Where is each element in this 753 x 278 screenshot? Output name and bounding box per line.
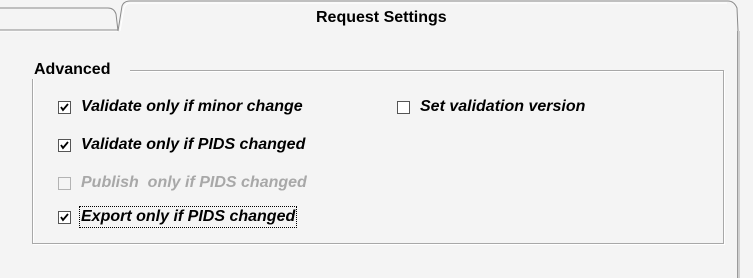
advanced-group-legend: Advanced [32,61,131,79]
checkbox-box[interactable] [397,100,410,114]
checkmark-icon [60,140,69,150]
checkbox-box[interactable] [58,138,71,152]
validate-minor-change-label: Validate only if minor change [81,98,303,115]
tab-previous[interactable] [0,0,122,40]
publish-pids-changed-checkbox: Publish only if PIDS changed [58,174,307,192]
set-validation-version-label: Set validation version [420,98,586,115]
validate-pids-changed-label: Validate only if PIDS changed [81,136,306,153]
tab-request-settings-label: Request Settings [316,9,447,26]
checkbox-box[interactable] [58,100,71,114]
checkbox-box [58,176,71,190]
checkmark-icon [60,102,69,112]
export-pids-changed-checkbox[interactable]: Export only if PIDS changed [58,206,298,228]
validate-minor-change-checkbox[interactable]: Validate only if minor change [58,98,303,116]
checkbox-box[interactable] [58,210,71,224]
set-validation-version-checkbox[interactable]: Set validation version [397,98,585,116]
validate-pids-changed-checkbox[interactable]: Validate only if PIDS changed [58,136,305,154]
tab-strip: Request Settings [0,0,753,40]
checkmark-icon [60,212,69,222]
export-pids-changed-label: Export only if PIDS changed [78,206,298,228]
publish-pids-changed-label: Publish only if PIDS changed [81,174,307,191]
panel-border [737,31,740,278]
